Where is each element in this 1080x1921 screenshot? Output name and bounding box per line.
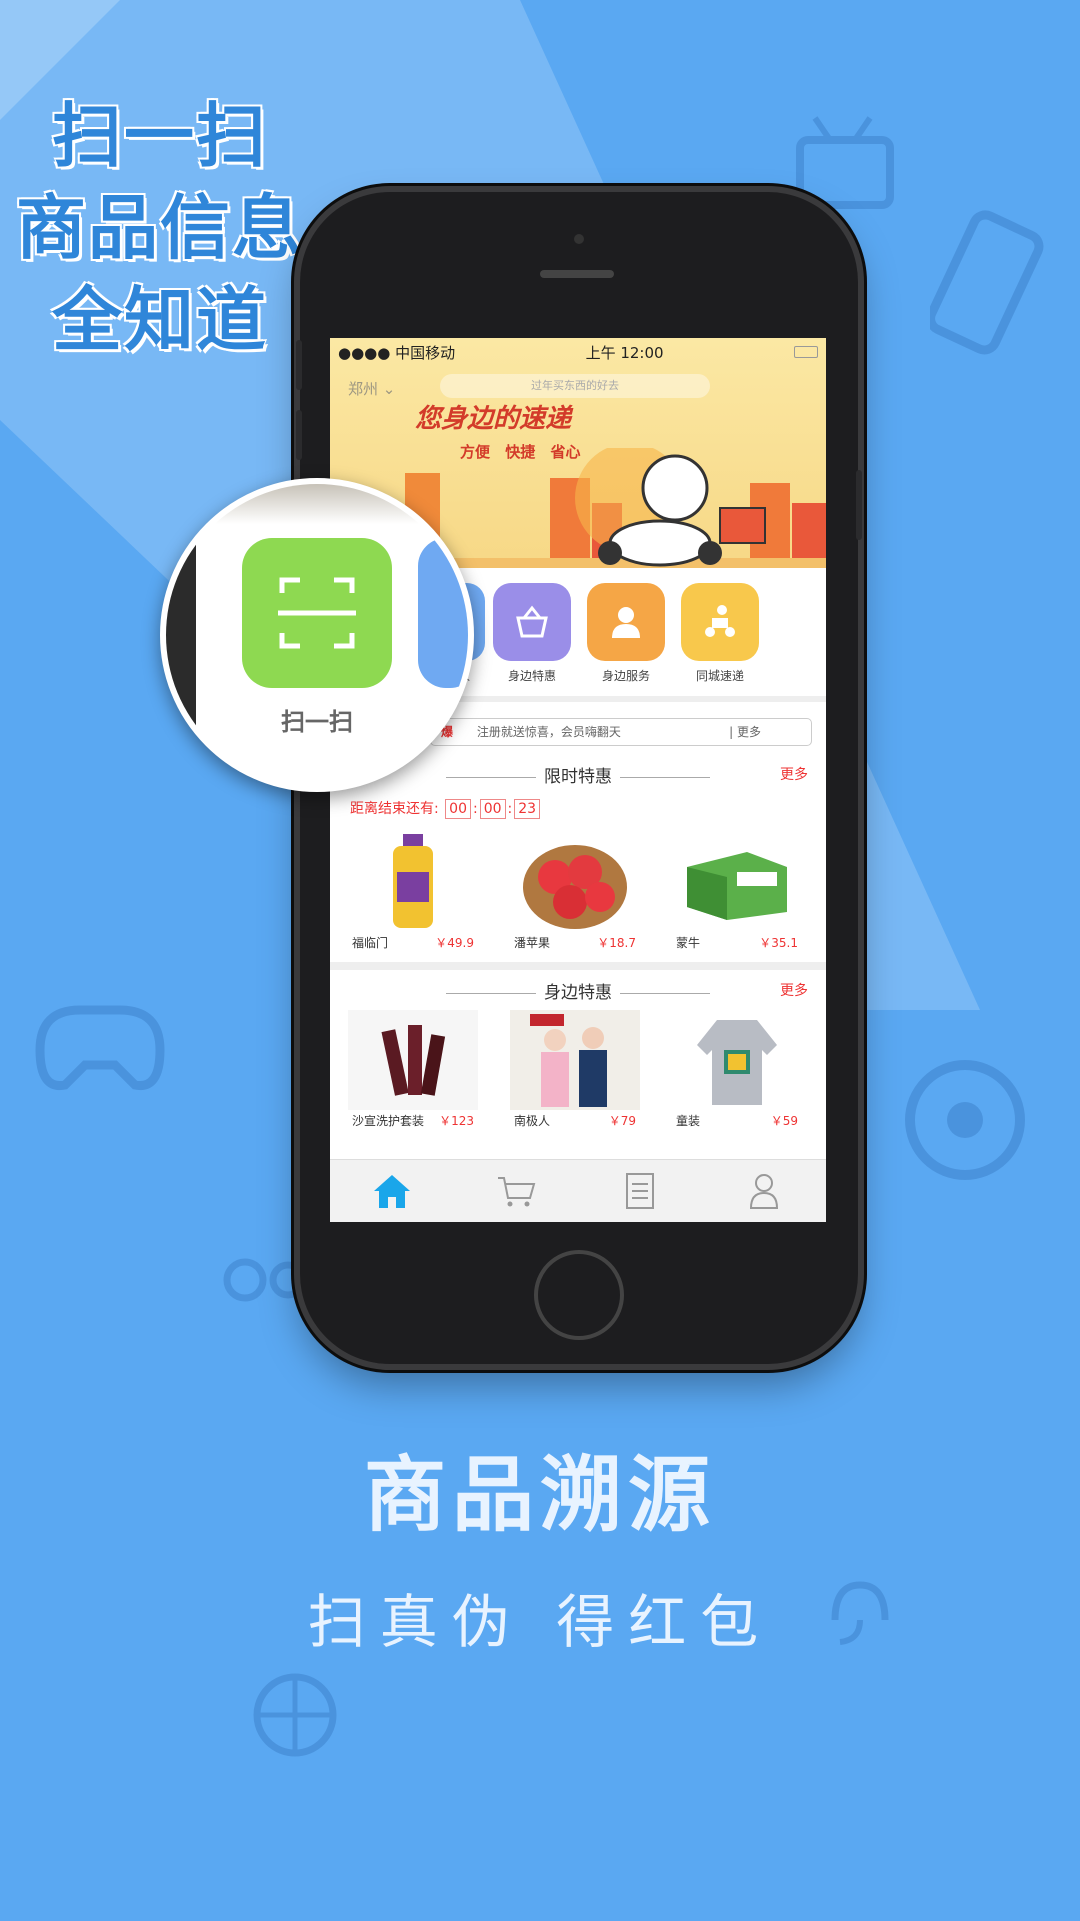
product-image	[510, 1010, 640, 1110]
headline: 商品溯源	[363, 1448, 716, 1543]
countdown-hours: 00	[445, 799, 471, 819]
worker-icon	[587, 583, 665, 661]
product-card[interactable]: 福临门 ￥49.9	[338, 832, 488, 951]
carrier-label: ●●●● 中国移动	[338, 343, 456, 362]
nearby-deals-more-link[interactable]: 更多	[780, 980, 808, 1000]
countdown-label: 距离结束还有:	[350, 801, 439, 817]
scan-icon	[278, 577, 356, 649]
product-card[interactable]: 潘苹果 ￥18.7	[500, 832, 650, 951]
flash-sale-more-link[interactable]: 更多	[780, 764, 808, 784]
magnifier-next-tile	[418, 538, 468, 688]
product-card[interactable]: 童装 ￥59	[662, 1010, 812, 1129]
earpiece	[540, 270, 614, 278]
scan-button[interactable]	[242, 538, 392, 688]
scan-label: 扫一扫	[281, 708, 353, 736]
category-label: 同城速递	[695, 669, 744, 683]
notice-more-link[interactable]: | 更多	[729, 719, 761, 745]
clock-label: 上午 12:00	[585, 343, 664, 362]
phone-icon	[930, 210, 1044, 355]
banner-title: 您身边的速递	[415, 404, 572, 434]
countdown-minutes: 00	[479, 799, 506, 819]
countdown: 距离结束还有: 00:00:23	[350, 798, 542, 819]
rice-cooker-icon	[905, 1060, 1025, 1180]
notice-bar[interactable]: 爆 注册就送惊喜，会员嗨翻天 | 更多	[430, 718, 812, 746]
product-price: ￥123	[439, 1114, 474, 1128]
cart-icon	[498, 1177, 536, 1207]
product-card[interactable]: 蒙牛 ￥35.1	[662, 832, 812, 951]
magnifier-banner-edge	[166, 484, 468, 524]
tab-profile[interactable]	[734, 1166, 794, 1216]
banner-subtitle: 方便 快捷 省心	[460, 443, 581, 461]
divider	[330, 962, 826, 970]
home-button[interactable]	[534, 1250, 624, 1340]
orders-icon	[626, 1173, 654, 1209]
basket-icon	[493, 583, 571, 661]
category-label: 身边特惠	[507, 669, 556, 683]
section-title: 身边特惠	[544, 983, 612, 1003]
status-bar: ●●●● 中国移动 上午 12:00	[330, 338, 826, 366]
product-name: 潘苹果	[514, 936, 551, 950]
product-price: ￥59	[770, 1114, 798, 1128]
category-city-delivery[interactable]: 同城速递	[680, 583, 760, 684]
battery-icon	[793, 346, 818, 358]
tagline-line-3: 全知道	[52, 279, 268, 361]
tab-cart[interactable]	[486, 1166, 546, 1216]
gamepad-icon	[35, 1005, 165, 1091]
front-camera	[574, 234, 584, 244]
product-name: 福临门	[352, 936, 389, 950]
volume-button	[296, 410, 302, 460]
magnifier-phone-edge	[166, 524, 196, 764]
nearby-deals-header: 身边特惠 更多	[330, 978, 826, 1004]
product-name: 蒙牛	[676, 936, 701, 950]
scooter-icon	[681, 583, 759, 661]
subline: 扫真伪 得红包	[307, 1588, 773, 1656]
app-screen: ●●●● 中国移动 上午 12:00 郑州 ⌄ 过年买东西的好去 您身边的速递 …	[330, 338, 826, 1222]
product-image	[348, 832, 478, 932]
power-button	[856, 470, 862, 540]
city-selector[interactable]: 郑州 ⌄	[348, 378, 395, 399]
flash-sale-header: 限时特惠 更多	[330, 762, 826, 788]
product-name: 南极人	[514, 1114, 551, 1128]
product-image	[510, 832, 640, 932]
tagline-line-1: 扫一扫	[52, 95, 268, 177]
category-nearby-services[interactable]: 身边服务	[586, 583, 666, 684]
home-icon	[374, 1175, 410, 1208]
search-input[interactable]: 过年买东西的好去	[440, 374, 710, 398]
tab-orders[interactable]	[610, 1166, 670, 1216]
volume-button	[296, 340, 302, 390]
product-price: ￥49.9	[435, 936, 474, 950]
product-name: 沙宣洗护套装	[352, 1114, 425, 1128]
product-image	[348, 1010, 478, 1110]
product-name: 童装	[676, 1114, 701, 1128]
glasses-icon	[223, 1258, 307, 1302]
product-card[interactable]: 南极人 ￥79	[500, 1010, 650, 1129]
product-image	[672, 832, 802, 932]
tab-bar	[330, 1159, 826, 1222]
magnifier-callout: 扫一扫	[160, 478, 474, 792]
basketball-icon	[253, 1673, 337, 1757]
product-price: ￥35.1	[759, 936, 798, 950]
tagline: 扫一扫 商品信息 全知道	[10, 90, 310, 366]
countdown-seconds: 23	[514, 799, 541, 819]
product-price: ￥18.7	[597, 936, 636, 950]
section-title: 限时特惠	[544, 767, 612, 787]
profile-icon	[749, 1174, 779, 1209]
product-image	[672, 1010, 802, 1110]
product-card[interactable]: 沙宣洗护套装 ￥123	[338, 1010, 488, 1129]
product-price: ￥79	[608, 1114, 636, 1128]
tab-home[interactable]	[362, 1166, 422, 1216]
category-label: 身边服务	[601, 669, 650, 683]
category-nearby-deals[interactable]: 身边特惠	[492, 583, 572, 684]
notice-text: 注册就送惊喜，会员嗨翻天	[476, 725, 621, 739]
tagline-line-2: 商品信息	[16, 187, 304, 269]
